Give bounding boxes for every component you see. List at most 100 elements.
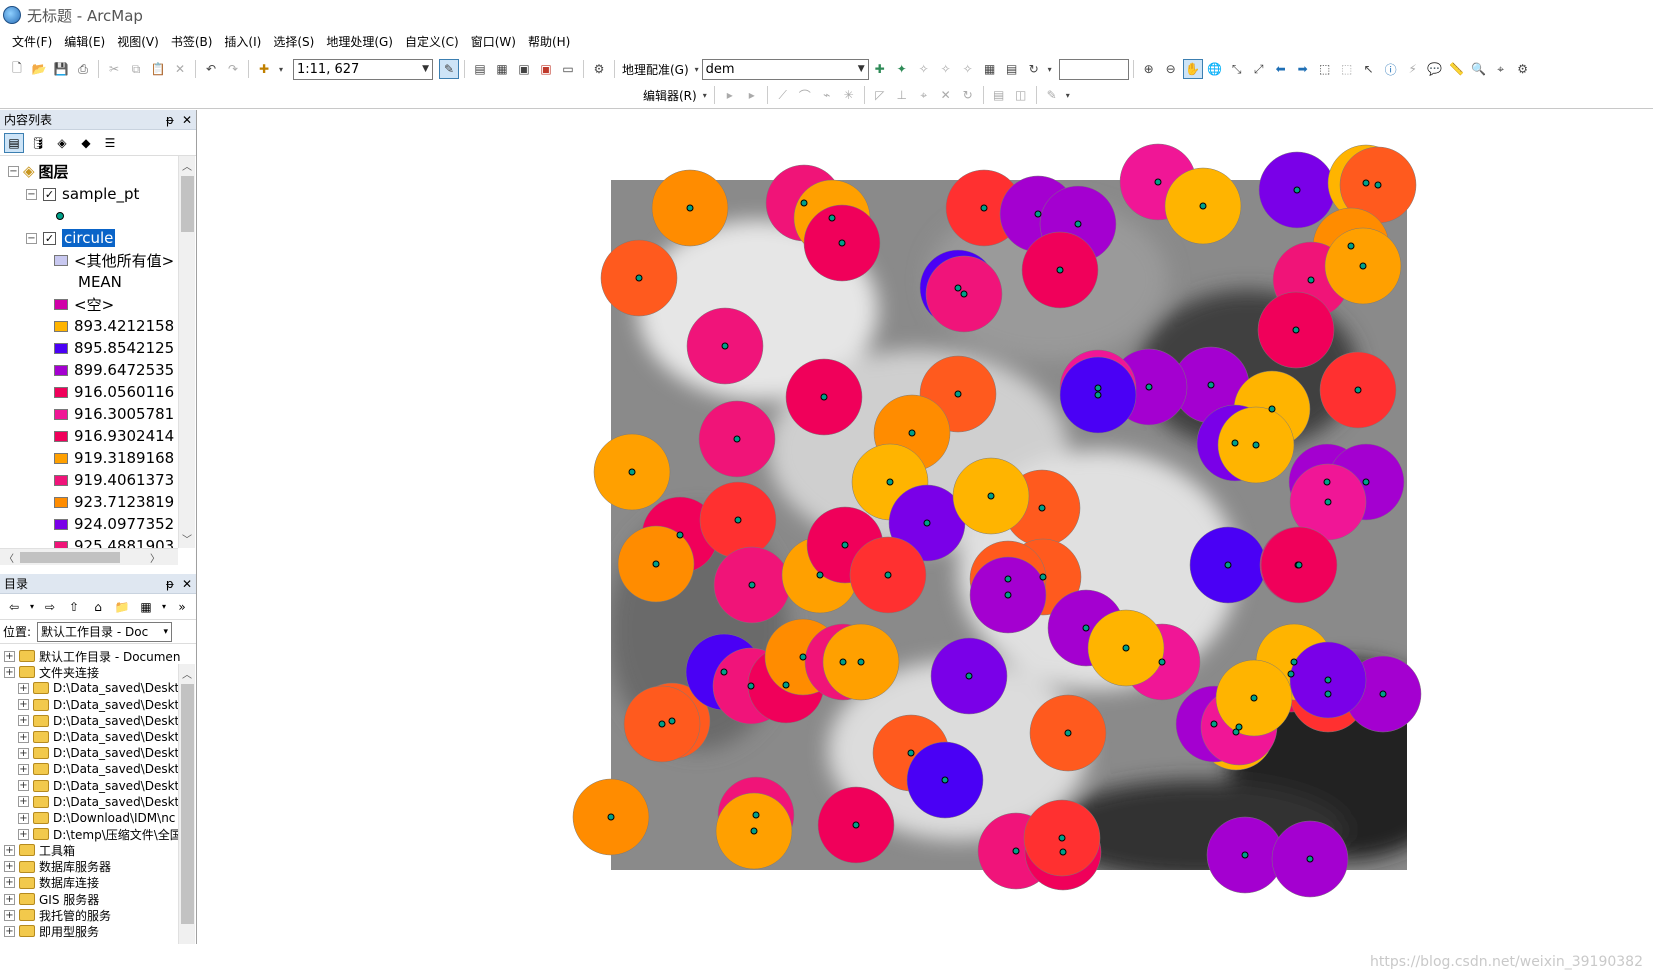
menu-selection[interactable]: 选择(S) bbox=[267, 30, 320, 54]
chevron-down-icon[interactable]: ▾ bbox=[1046, 59, 1054, 79]
view-link-table-icon[interactable]: ▦ bbox=[980, 59, 1000, 79]
create-features-icon[interactable]: ✎ bbox=[1042, 85, 1062, 105]
sample-point[interactable] bbox=[1034, 210, 1042, 218]
chevron-down-icon[interactable]: ▾ bbox=[701, 85, 709, 105]
sample-point[interactable] bbox=[752, 811, 760, 819]
time-slider-icon[interactable]: ⚙ bbox=[1513, 59, 1533, 79]
fixed-zoom-out-icon[interactable]: ⤢ bbox=[1249, 59, 1269, 79]
sample-point[interactable] bbox=[1362, 179, 1370, 187]
collapse-icon[interactable]: − bbox=[26, 188, 37, 200]
hyperlink-icon[interactable]: ⚡ bbox=[1403, 59, 1423, 79]
sample-point[interactable] bbox=[1122, 644, 1130, 652]
sample-point[interactable] bbox=[1250, 694, 1258, 702]
chevron-down-icon[interactable]: ▾ bbox=[28, 597, 36, 617]
expand-icon[interactable]: + bbox=[18, 747, 29, 759]
reshape-icon[interactable]: ⊥ bbox=[892, 85, 912, 105]
menu-view[interactable]: 视图(V) bbox=[111, 30, 165, 54]
sample-point[interactable] bbox=[838, 239, 846, 247]
back-extent-icon[interactable]: ⬅ bbox=[1271, 59, 1291, 79]
editor-toolbar-icon[interactable]: ✎ bbox=[439, 59, 459, 79]
sample-point[interactable] bbox=[1004, 575, 1012, 583]
legend-null[interactable]: <空> bbox=[54, 293, 114, 315]
sample-point[interactable] bbox=[828, 214, 836, 222]
layer-circule[interactable]: − ✓ circule bbox=[26, 227, 116, 249]
sample-point[interactable] bbox=[1379, 690, 1387, 698]
sample-point[interactable] bbox=[941, 776, 949, 784]
sample-point[interactable] bbox=[676, 531, 684, 539]
sample-point[interactable] bbox=[686, 204, 694, 212]
map-scale-combo[interactable]: 1:11, 627 ▼ bbox=[293, 58, 433, 80]
sample-point[interactable] bbox=[1012, 847, 1020, 855]
fixed-zoom-in-icon[interactable]: ⤡ bbox=[1227, 59, 1247, 79]
edit-tool-icon[interactable]: ▸ bbox=[720, 85, 740, 105]
rotate-edit-icon[interactable]: ↻ bbox=[958, 85, 978, 105]
menu-geoprocessing[interactable]: 地理处理(G) bbox=[320, 30, 399, 54]
sample-point[interactable] bbox=[1058, 834, 1066, 842]
catalog-item[interactable]: + D:\Data_saved\Deskt bbox=[18, 794, 196, 810]
home-icon[interactable]: ⌂ bbox=[88, 597, 108, 617]
catalog-item[interactable]: + GIS 服务器 bbox=[4, 891, 182, 907]
sample-point[interactable] bbox=[1039, 573, 1047, 581]
catalog-item[interactable]: + D:\temp\压缩文件\全国 bbox=[18, 826, 196, 842]
auto-registration-icon[interactable]: ✦ bbox=[892, 59, 912, 79]
sample-point[interactable] bbox=[1056, 266, 1064, 274]
catalog-item[interactable]: + 工具箱 bbox=[4, 842, 182, 858]
sample-point[interactable] bbox=[1359, 262, 1367, 270]
expand-icon[interactable]: + bbox=[18, 796, 29, 808]
expand-icon[interactable]: + bbox=[4, 877, 15, 889]
redo-icon[interactable]: ↷ bbox=[223, 59, 243, 79]
scroll-down-icon[interactable]: ﹀ bbox=[182, 531, 192, 546]
sample-point[interactable] bbox=[720, 668, 728, 676]
pin-icon[interactable]: ᵽ bbox=[166, 113, 174, 127]
sample-point[interactable] bbox=[923, 519, 931, 527]
sample-point[interactable] bbox=[782, 681, 790, 689]
save-icon[interactable]: 💾 bbox=[51, 59, 71, 79]
catalog-item[interactable]: + D:\Data_saved\Deskt bbox=[18, 729, 196, 745]
sample-point[interactable] bbox=[1307, 276, 1315, 284]
close-icon[interactable]: ✕ bbox=[182, 577, 192, 591]
options-icon[interactable]: ☰ bbox=[100, 133, 120, 153]
catalog-item[interactable]: + 文件夹连接 bbox=[4, 664, 182, 680]
chevron-down-icon[interactable]: ▾ bbox=[1064, 85, 1072, 105]
sample-point[interactable] bbox=[908, 429, 916, 437]
sample-point[interactable] bbox=[1004, 591, 1012, 599]
clear-selection-icon[interactable]: ⬚ bbox=[1337, 59, 1357, 79]
georef-layer-combo[interactable]: dem ▼ bbox=[701, 58, 869, 80]
expand-icon[interactable]: + bbox=[4, 909, 15, 921]
find-icon[interactable]: 🔍 bbox=[1469, 59, 1489, 79]
chevron-down-icon[interactable]: ▾ bbox=[693, 59, 701, 79]
catalog-item[interactable]: + D:\Data_saved\Deskt bbox=[18, 778, 196, 794]
legend-item[interactable]: 893.4212158 bbox=[54, 315, 174, 337]
menu-file[interactable]: 文件(F) bbox=[6, 30, 58, 54]
sample-point[interactable] bbox=[960, 290, 968, 298]
editor-menu[interactable]: 编辑器(R) bbox=[640, 87, 700, 104]
sample-point[interactable] bbox=[965, 672, 973, 680]
catalog-item[interactable]: + 数据库连接 bbox=[4, 875, 182, 891]
expand-icon[interactable]: + bbox=[18, 715, 29, 727]
attributes-icon[interactable]: ▤ bbox=[989, 85, 1009, 105]
sample-point[interactable] bbox=[1323, 478, 1331, 486]
catalog-item[interactable]: + 数据库服务器 bbox=[4, 859, 182, 875]
sample-point[interactable] bbox=[857, 658, 865, 666]
scroll-thumb[interactable] bbox=[181, 684, 194, 924]
expand-icon[interactable]: + bbox=[4, 861, 15, 873]
expand-icon[interactable]: + bbox=[18, 682, 29, 694]
back-icon[interactable]: ⇦ bbox=[4, 597, 24, 617]
forward-extent-icon[interactable]: ➡ bbox=[1293, 59, 1313, 79]
sample-point[interactable] bbox=[800, 199, 808, 207]
expand-icon[interactable]: + bbox=[4, 844, 15, 856]
rotate-icon[interactable]: ✧ bbox=[914, 59, 934, 79]
scroll-thumb[interactable] bbox=[181, 176, 194, 232]
catalog-item[interactable]: + D:\Download\IDM\nc bbox=[18, 810, 196, 826]
sample-point[interactable] bbox=[1231, 439, 1239, 447]
point-icon[interactable]: ✳ bbox=[839, 85, 859, 105]
menu-customize[interactable]: 自定义(C) bbox=[399, 30, 465, 54]
sample-point[interactable] bbox=[628, 468, 636, 476]
sample-point[interactable] bbox=[635, 274, 643, 282]
list-by-drawing-order-icon[interactable]: ▤ bbox=[4, 132, 24, 153]
close-icon[interactable]: ✕ bbox=[182, 113, 192, 127]
sample-point[interactable] bbox=[1074, 220, 1082, 228]
sample-point[interactable] bbox=[1199, 202, 1207, 210]
sample-point[interactable] bbox=[1290, 658, 1298, 666]
legend-item[interactable]: 919.4061373 bbox=[54, 469, 174, 491]
